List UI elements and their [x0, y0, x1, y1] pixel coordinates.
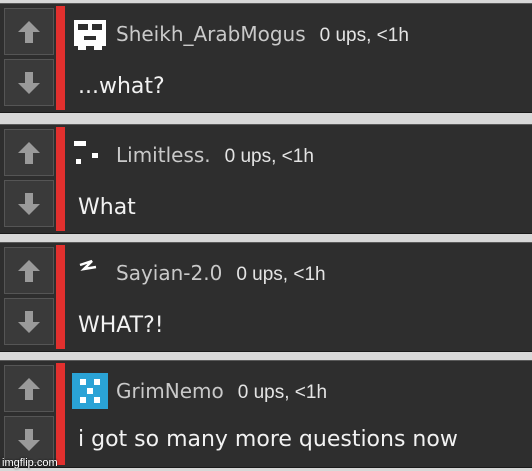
comment-meta: Sayian-2.0 0 ups, <1h: [116, 261, 326, 286]
upvote-button[interactable]: [4, 247, 54, 294]
comment: GrimNemo 0 ups, <1h i got so many more qu…: [0, 360, 532, 468]
upvote-button[interactable]: [4, 8, 54, 55]
username[interactable]: GrimNemo: [116, 379, 224, 403]
score: 0 ups, <1h: [319, 25, 409, 46]
comment-text: i got so many more questions now: [78, 427, 458, 452]
score: 0 ups, <1h: [237, 382, 328, 403]
comment-meta: GrimNemo 0 ups, <1h: [116, 379, 327, 404]
vote-column: [4, 129, 54, 231]
arrow-up-icon: [18, 259, 40, 282]
comment-meta: Sheikh_ArabMogus 0 ups, <1h: [116, 22, 409, 47]
arrow-up-icon: [18, 377, 40, 400]
upvote-button[interactable]: [4, 365, 54, 412]
username[interactable]: Sheikh_ArabMogus: [116, 22, 306, 46]
comment-accent-bar: [56, 127, 65, 231]
upvote-button[interactable]: [4, 129, 54, 176]
comment: Sheikh_ArabMogus 0 ups, <1h ...what?: [0, 3, 532, 113]
comment-text: ...what?: [78, 74, 165, 99]
watermark: imgflip.com: [2, 457, 58, 469]
downvote-button[interactable]: [4, 298, 54, 345]
vote-column: [4, 8, 54, 110]
comment-text: What: [78, 195, 136, 220]
comment-accent-bar: [56, 245, 65, 349]
arrow-down-icon: [18, 71, 40, 94]
arrow-up-icon: [18, 20, 40, 43]
arrow-down-icon: [18, 192, 40, 215]
vote-column: [4, 247, 54, 349]
score: 0 ups, <1h: [236, 264, 326, 285]
comment-meta: Limitless. 0 ups, <1h: [116, 143, 314, 168]
comment-feed: Sheikh_ArabMogus 0 ups, <1h ...what? Limi…: [0, 0, 532, 471]
avatar[interactable]: [72, 137, 108, 173]
downvote-button[interactable]: [4, 180, 54, 227]
username[interactable]: Sayian-2.0: [116, 261, 222, 285]
comment: Limitless. 0 ups, <1h What: [0, 124, 532, 234]
avatar[interactable]: [72, 373, 108, 409]
comment-text: WHAT?!: [78, 313, 164, 338]
arrow-down-icon: [18, 428, 40, 451]
comment-accent-bar: [56, 363, 65, 465]
arrow-down-icon: [18, 310, 40, 333]
avatar[interactable]: [72, 255, 108, 291]
comment-accent-bar: [56, 6, 65, 110]
username[interactable]: Limitless.: [116, 143, 211, 167]
score: 0 ups, <1h: [224, 146, 314, 167]
downvote-button[interactable]: [4, 416, 54, 463]
arrow-up-icon: [18, 141, 40, 164]
avatar[interactable]: [72, 16, 108, 52]
comment: Sayian-2.0 0 ups, <1h WHAT?!: [0, 242, 532, 352]
downvote-button[interactable]: [4, 59, 54, 106]
vote-column: [4, 365, 54, 467]
